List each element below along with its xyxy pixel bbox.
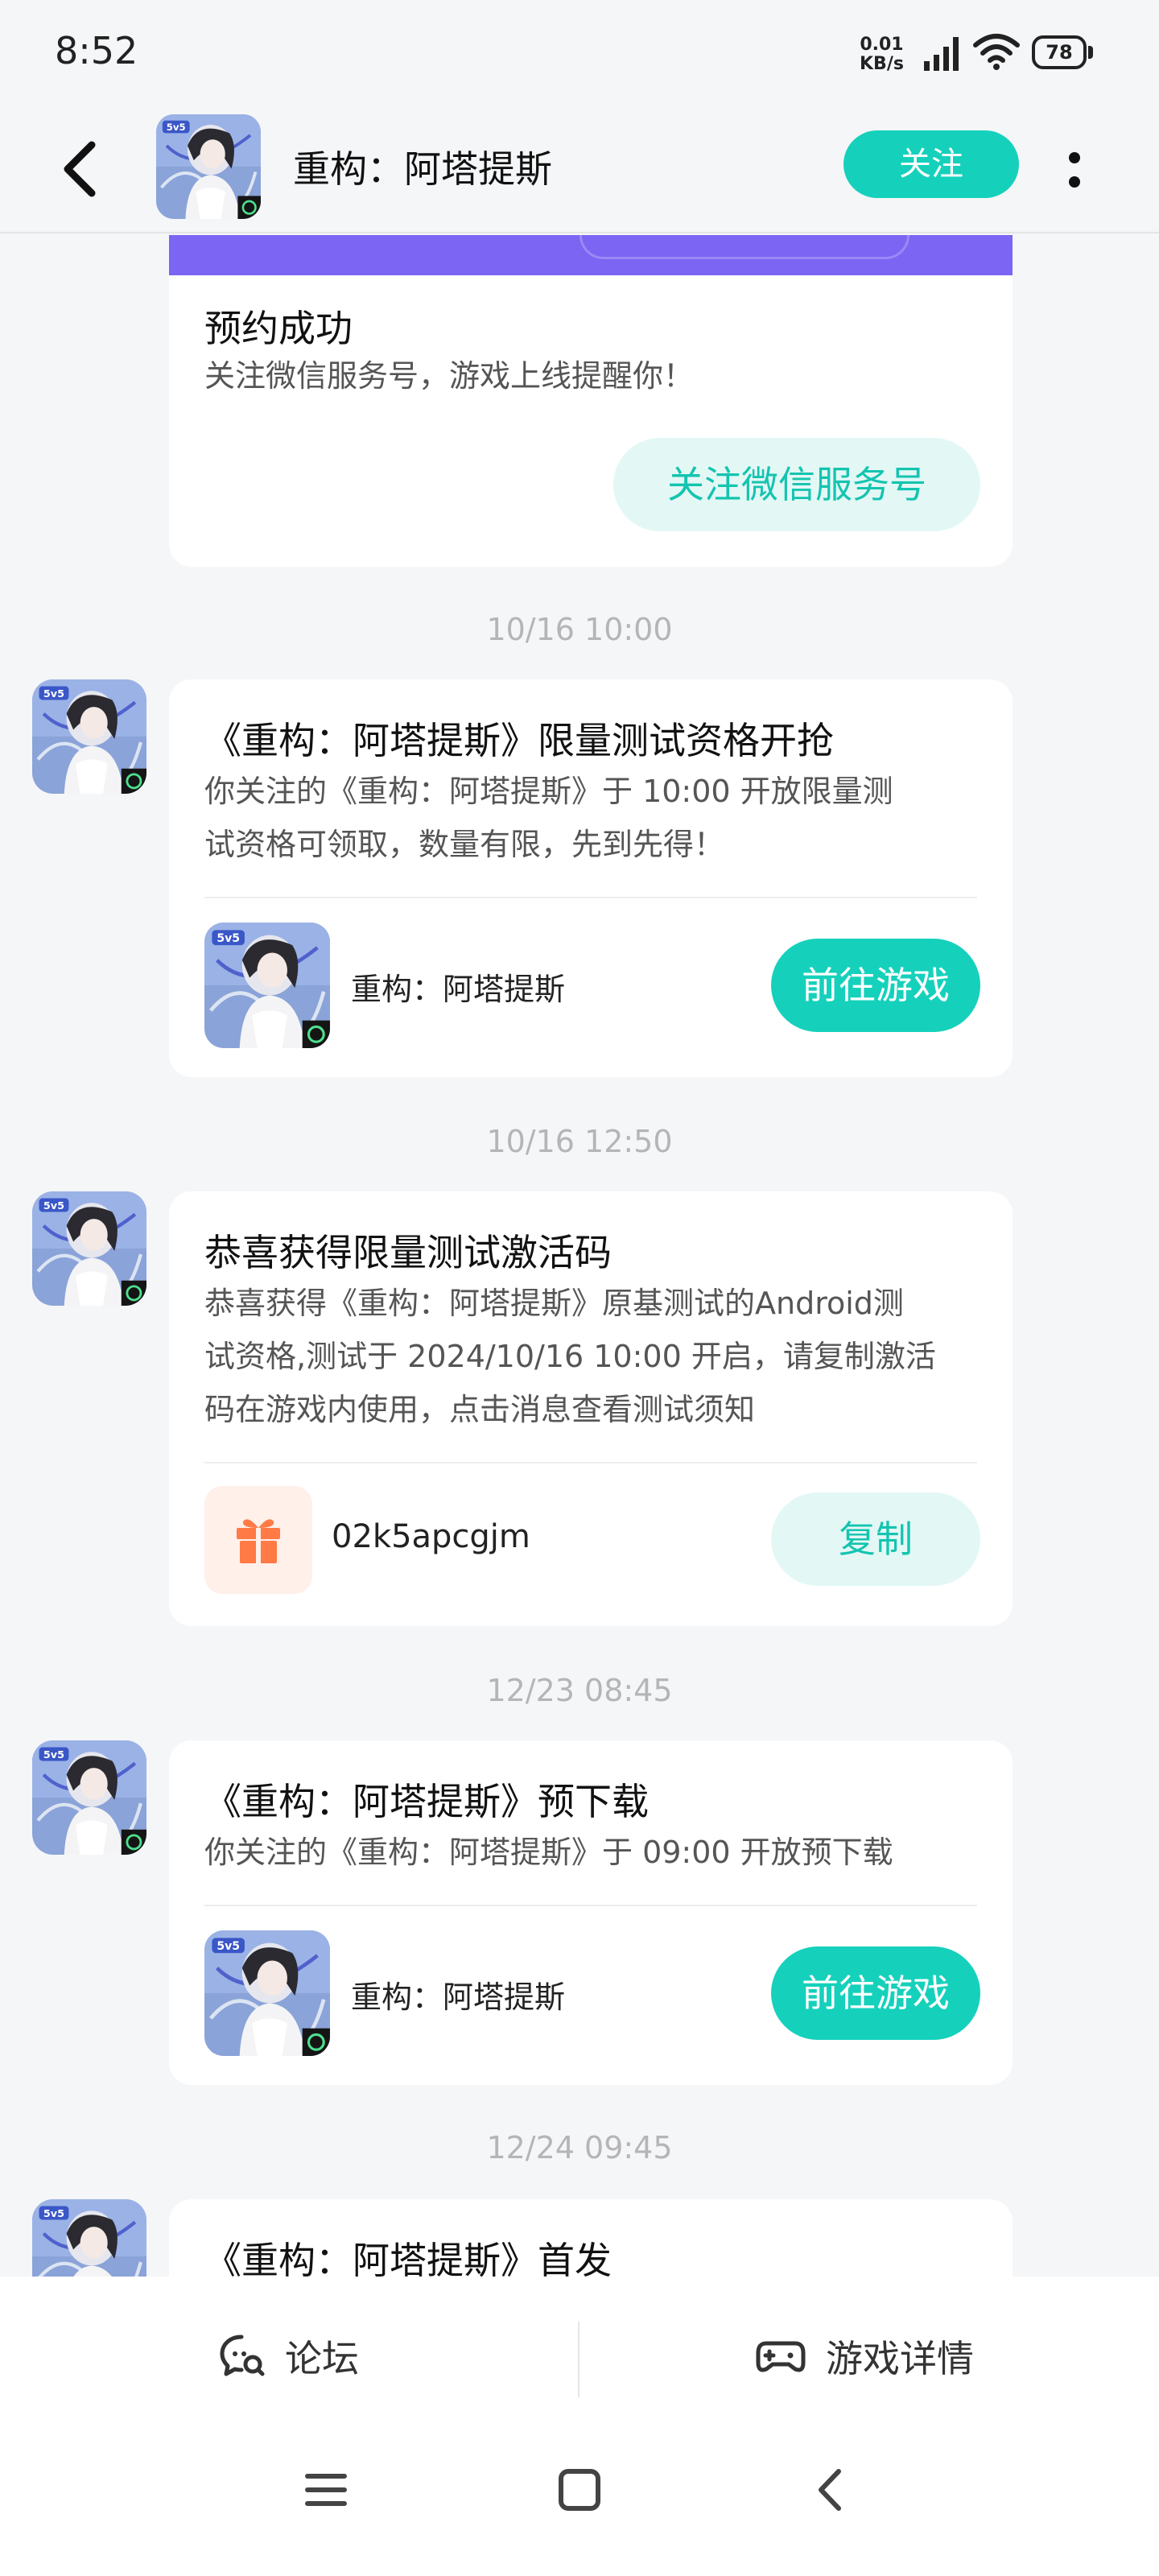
message-timestamp: 10/16 12:50 [486, 1124, 673, 1159]
reservation-banner [169, 235, 1013, 275]
status-bar: 8:52 0.01 KB/s 78 [0, 0, 1159, 105]
nav-back-icon[interactable] [803, 2462, 860, 2518]
page-title: 重构：阿塔提斯 [293, 147, 552, 191]
game-details-label: 游戏详情 [826, 2337, 974, 2380]
message-title: 《重构：阿塔提斯》首发 [204, 2239, 612, 2277]
wifi-icon [973, 34, 1020, 70]
copy-button[interactable]: 复制 [771, 1492, 980, 1586]
sender-avatar[interactable] [32, 1740, 146, 1855]
message-card[interactable]: 恭喜获得限量测试激活码 恭喜获得《重构：阿塔提斯》原基测试的Android测 试… [169, 1191, 1013, 1626]
sender-avatar[interactable] [32, 1191, 146, 1306]
more-icon[interactable] [1062, 142, 1087, 198]
status-time: 8:52 [55, 29, 138, 72]
message-body-line: 试资格可领取，数量有限，先到先得！ [204, 827, 725, 862]
message-body: 恭喜获得《重构：阿塔提斯》原基测试的Android测 试资格,测试于 2024/… [204, 1277, 977, 1436]
game-avatar[interactable] [156, 114, 261, 219]
gift-icon [237, 1519, 280, 1563]
follow-button[interactable]: 关注 [843, 130, 1019, 198]
back-icon[interactable] [56, 137, 105, 201]
signal-icon [924, 37, 959, 71]
message-body: 你关注的《重构：阿塔提斯》于 10:00 开放限量测 试资格可领取，数量有限，先… [204, 765, 977, 871]
activation-code: 02k5apcgjm [332, 1518, 530, 1555]
network-speed: 0.01 KB/s [860, 35, 904, 74]
go-to-game-button[interactable]: 前往游戏 [771, 939, 980, 1032]
bottom-action-bar: 论坛 游戏详情 [0, 2277, 1159, 2413]
message-title: 预约成功 [204, 307, 353, 350]
chat-header: 重构：阿塔提斯 关注 [0, 105, 1159, 233]
message-body: 关注微信服务号，游戏上线提醒你！ [204, 358, 695, 394]
message-body: 你关注的《重构：阿塔提斯》于 09:00 开放预下载 [204, 1835, 893, 1870]
message-timestamp: 10/16 10:00 [486, 612, 673, 647]
message-card[interactable]: 《重构：阿塔提斯》首发 [169, 2199, 1013, 2277]
network-speed-unit: KB/s [860, 54, 904, 74]
go-to-game-button[interactable]: 前往游戏 [771, 1946, 980, 2040]
home-icon[interactable] [551, 2462, 608, 2518]
message-timestamp: 12/24 09:45 [486, 2130, 673, 2165]
message-body-line: 恭喜获得《重构：阿塔提斯》原基测试的Android测 [204, 1286, 904, 1321]
network-speed-value: 0.01 [860, 35, 904, 55]
battery-level: 78 [1032, 35, 1087, 69]
sender-avatar[interactable] [32, 2199, 146, 2277]
gamepad-icon [756, 2341, 806, 2372]
message-feed[interactable]: 预约成功 关注微信服务号，游戏上线提醒你！ 关注微信服务号 10/16 10:0… [0, 235, 1159, 2277]
sender-avatar[interactable] [32, 679, 146, 794]
gift-badge [204, 1486, 312, 1594]
message-body-line: 你关注的《重构：阿塔提斯》于 10:00 开放限量测 [204, 774, 893, 809]
forum-tab[interactable]: 论坛 [217, 2328, 359, 2384]
menu-icon[interactable] [298, 2462, 354, 2518]
game-name: 重构：阿塔提斯 [351, 972, 566, 1007]
game-icon[interactable] [204, 923, 330, 1048]
message-timestamp: 12/23 08:45 [486, 1673, 673, 1708]
message-title: 《重构：阿塔提斯》预下载 [204, 1780, 649, 1823]
message-body-line: 码在游戏内使用，点击消息查看测试须知 [204, 1392, 756, 1427]
message-body-line: 试资格,测试于 2024/10/16 10:00 开启，请复制激活 [204, 1339, 936, 1374]
battery-icon: 78 [1032, 35, 1093, 69]
message-title: 《重构：阿塔提斯》限量测试资格开抢 [204, 719, 834, 762]
follow-wechat-button[interactable]: 关注微信服务号 [613, 438, 980, 531]
message-card-reservation[interactable]: 预约成功 关注微信服务号，游戏上线提醒你！ 关注微信服务号 [169, 275, 1013, 567]
message-card[interactable]: 《重构：阿塔提斯》限量测试资格开抢 你关注的《重构：阿塔提斯》于 10:00 开… [169, 679, 1013, 1077]
game-name: 重构：阿塔提斯 [351, 1979, 566, 2015]
forum-label: 论坛 [285, 2337, 359, 2380]
game-icon[interactable] [204, 1930, 330, 2056]
message-title: 恭喜获得限量测试激活码 [204, 1231, 612, 1274]
system-navigation-bar [0, 2413, 1159, 2576]
forum-icon [220, 2334, 265, 2376]
game-details-tab[interactable]: 游戏详情 [755, 2328, 974, 2384]
message-card[interactable]: 《重构：阿塔提斯》预下载 你关注的《重构：阿塔提斯》于 09:00 开放预下载 … [169, 1740, 1013, 2085]
